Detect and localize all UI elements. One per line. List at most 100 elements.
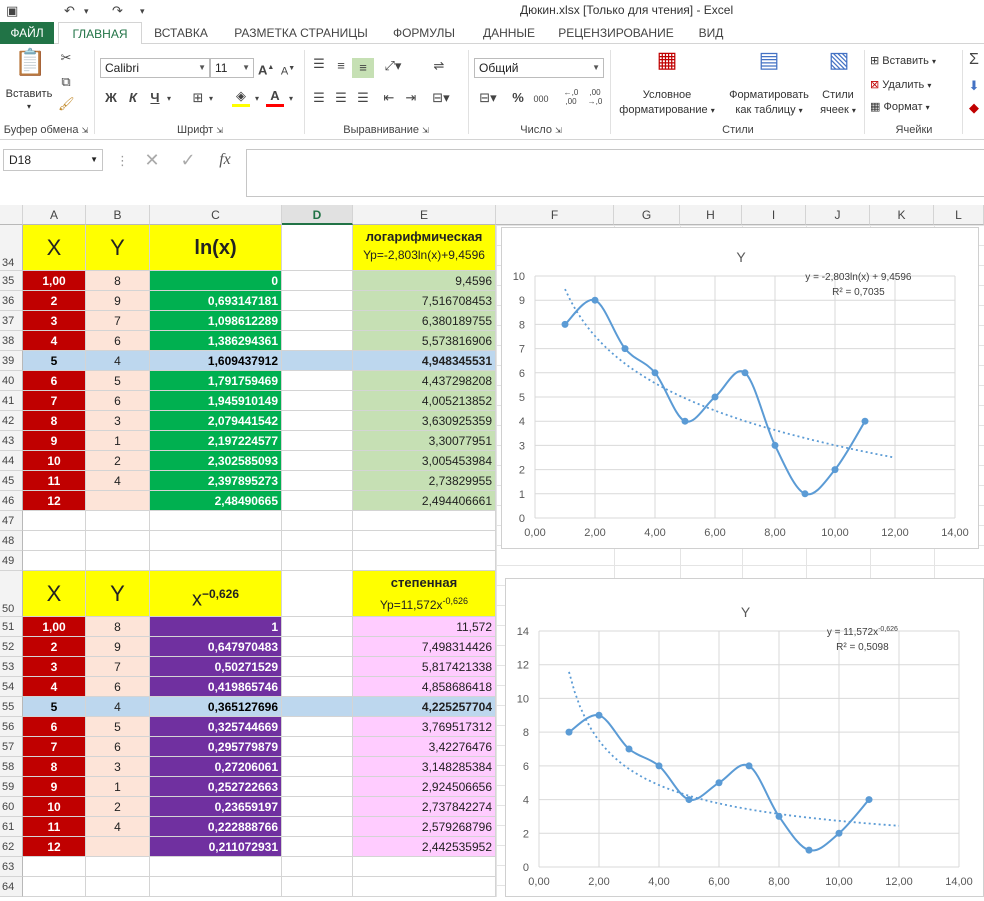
x-value[interactable]: 3 bbox=[23, 657, 86, 677]
empty-cell[interactable] bbox=[23, 877, 86, 897]
y-value[interactable]: 4 bbox=[86, 697, 150, 717]
row-header[interactable]: 52 bbox=[0, 637, 23, 657]
chart-1[interactable]: Y 0 1 2 3 4 5 6 7 8 9 10 0,00 2,00 4,00 6,00 8,00 10,00 12… bbox=[501, 227, 979, 549]
header-model[interactable]: логарифмическая Yp=-2,803ln(x)+9,4596 bbox=[353, 225, 496, 271]
increase-font-icon[interactable]: A▲ bbox=[258, 60, 274, 78]
align-right-icon[interactable]: ☰ bbox=[354, 90, 372, 106]
worksheet-grid[interactable]: A B C D E F G H I J K L 34 X Yln(x) логарифмическая Yp=-… bbox=[0, 205, 984, 897]
row-header[interactable]: 34 bbox=[0, 225, 23, 271]
tab-formulas[interactable]: ФОРМУЛЫ bbox=[384, 22, 464, 44]
y-value[interactable]: 2 bbox=[86, 451, 150, 471]
redo-icon[interactable]: ↷ bbox=[112, 3, 123, 19]
empty-cell[interactable] bbox=[282, 637, 353, 657]
predicted-y[interactable]: 6,380189755 bbox=[353, 311, 496, 331]
column-header-i[interactable]: I bbox=[742, 205, 806, 225]
empty-cell[interactable] bbox=[282, 797, 353, 817]
empty-cell[interactable] bbox=[282, 311, 353, 331]
empty-cell[interactable] bbox=[23, 857, 86, 877]
row-header[interactable]: 43 bbox=[0, 431, 23, 451]
align-left-icon[interactable]: ☰ bbox=[310, 90, 328, 106]
underline-dropdown-icon[interactable]: ▾ bbox=[164, 91, 174, 107]
copy-icon[interactable]: ⧉ bbox=[58, 74, 74, 90]
predicted-y[interactable]: 2,494406661 bbox=[353, 491, 496, 511]
format-painter-icon[interactable]: 🖌 bbox=[58, 96, 75, 112]
tab-insert[interactable]: ВСТАВКА bbox=[146, 22, 216, 44]
x-value[interactable]: 6 bbox=[23, 717, 86, 737]
y-value[interactable]: 7 bbox=[86, 657, 150, 677]
row-header[interactable]: 61 bbox=[0, 817, 23, 837]
x-value[interactable]: 4 bbox=[23, 677, 86, 697]
row-header[interactable]: 41 bbox=[0, 391, 23, 411]
predicted-y[interactable]: 9,4596 bbox=[353, 271, 496, 291]
x-value[interactable]: 4 bbox=[23, 331, 86, 351]
y-value[interactable] bbox=[86, 491, 150, 511]
empty-cell[interactable] bbox=[86, 511, 150, 531]
empty-cell[interactable] bbox=[23, 531, 86, 551]
font-color-icon[interactable]: A bbox=[266, 88, 284, 107]
row-header[interactable]: 58 bbox=[0, 757, 23, 777]
empty-cell[interactable] bbox=[353, 551, 496, 571]
transformed-x[interactable]: 0 bbox=[150, 271, 282, 291]
x-value[interactable]: 2 bbox=[23, 291, 86, 311]
paste-dropdown-icon[interactable]: ▾ bbox=[24, 102, 34, 111]
y-value[interactable]: 4 bbox=[86, 471, 150, 491]
y-value[interactable]: 6 bbox=[86, 391, 150, 411]
tab-data[interactable]: ДАННЫЕ bbox=[474, 22, 544, 44]
transformed-x[interactable]: 0,252722663 bbox=[150, 777, 282, 797]
transformed-x[interactable]: 2,079441542 bbox=[150, 411, 282, 431]
row-header[interactable]: 35 bbox=[0, 271, 23, 291]
row-header[interactable]: 64 bbox=[0, 877, 23, 897]
transformed-x[interactable]: 0,222888766 bbox=[150, 817, 282, 837]
undo-dropdown-icon[interactable]: ▾ bbox=[84, 6, 89, 17]
empty-cell[interactable] bbox=[282, 431, 353, 451]
predicted-y[interactable]: 2,442535952 bbox=[353, 837, 496, 857]
format-cells-button[interactable]: ▦ Формат ▾ bbox=[870, 100, 960, 113]
transformed-x[interactable]: 1 bbox=[150, 617, 282, 637]
transformed-x[interactable]: 2,397895273 bbox=[150, 471, 282, 491]
transformed-x[interactable]: 0,647970483 bbox=[150, 637, 282, 657]
y-value[interactable]: 1 bbox=[86, 431, 150, 451]
conditional-formatting-button[interactable]: Условное форматирование ▾ bbox=[612, 88, 722, 118]
row-header[interactable]: 38 bbox=[0, 331, 23, 351]
transformed-x[interactable]: 0,693147181 bbox=[150, 291, 282, 311]
tab-file[interactable]: ФАЙЛ bbox=[0, 22, 54, 44]
predicted-y[interactable]: 11,572 bbox=[353, 617, 496, 637]
y-value[interactable]: 7 bbox=[86, 311, 150, 331]
x-value[interactable]: 10 bbox=[23, 451, 86, 471]
transformed-x[interactable]: 0,23659197 bbox=[150, 797, 282, 817]
empty-cell[interactable] bbox=[150, 877, 282, 897]
transformed-x[interactable]: 0,419865746 bbox=[150, 677, 282, 697]
empty-cell[interactable] bbox=[282, 717, 353, 737]
paste-icon[interactable]: 📋 bbox=[14, 49, 46, 88]
row-header[interactable]: 36 bbox=[0, 291, 23, 311]
row-header[interactable]: 46 bbox=[0, 491, 23, 511]
customize-toolbar-icon[interactable]: ▾ bbox=[140, 6, 145, 17]
increase-decimal-icon[interactable]: ←,0,00 bbox=[562, 88, 580, 106]
empty-cell[interactable] bbox=[150, 511, 282, 531]
paste-button[interactable]: Вставить bbox=[2, 88, 56, 100]
y-value[interactable]: 6 bbox=[86, 331, 150, 351]
empty-cell[interactable] bbox=[86, 877, 150, 897]
row-header[interactable]: 40 bbox=[0, 371, 23, 391]
chart-2[interactable]: Y 0 2 4 6 8 10 12 14 0,00 2,00 4,00 6,00 8,00 10,00 12,… bbox=[505, 578, 984, 897]
row-header[interactable]: 44 bbox=[0, 451, 23, 471]
x-value[interactable]: 11 bbox=[23, 471, 86, 491]
predicted-y[interactable]: 2,73829955 bbox=[353, 471, 496, 491]
empty-cell[interactable] bbox=[282, 877, 353, 897]
align-middle-icon[interactable]: ≡ bbox=[332, 58, 350, 74]
predicted-y[interactable]: 4,437298208 bbox=[353, 371, 496, 391]
font-name-select[interactable]: Calibri ▼ bbox=[100, 58, 210, 78]
y-value[interactable] bbox=[86, 837, 150, 857]
decrease-decimal-icon[interactable]: ,00 →,0 bbox=[586, 88, 604, 106]
conditional-formatting-icon[interactable]: ▦ bbox=[650, 49, 684, 82]
x-value[interactable]: 1,00 bbox=[23, 271, 86, 291]
y-value[interactable]: 1 bbox=[86, 777, 150, 797]
column-header-b[interactable]: B bbox=[86, 205, 150, 225]
x-value[interactable]: 3 bbox=[23, 311, 86, 331]
x-value[interactable]: 8 bbox=[23, 411, 86, 431]
empty-cell[interactable] bbox=[282, 271, 353, 291]
undo-icon[interactable]: ↶ bbox=[64, 3, 75, 19]
name-box[interactable]: D18 ▼ bbox=[3, 149, 103, 171]
y-value[interactable]: 5 bbox=[86, 717, 150, 737]
fill-color-icon[interactable]: ◈ bbox=[232, 88, 250, 107]
